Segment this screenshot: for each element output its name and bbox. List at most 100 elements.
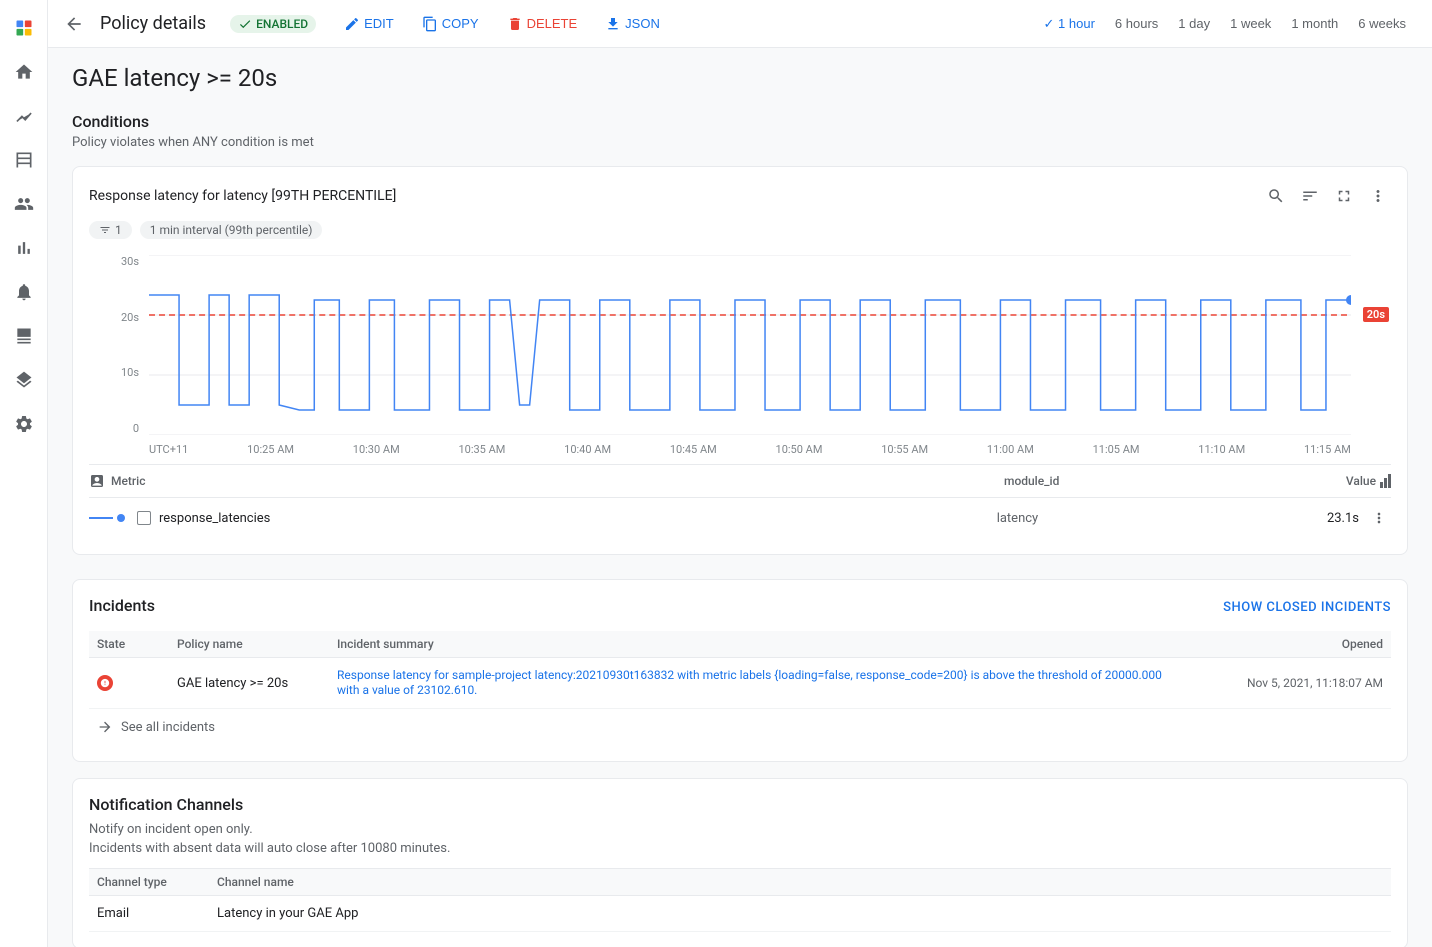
metric-col-header: Metric [89,473,717,489]
chart-expand-button[interactable] [1331,183,1357,209]
metric-name: response_latencies [159,511,270,526]
chart-header: Response latency for latency [99TH PERCE… [89,183,1391,209]
incident-state [97,675,177,692]
module-col-header: module_id [717,474,1345,488]
notif-table: Channel type Channel name Email Latency … [89,868,1391,932]
bar-chart-icon [1380,474,1391,488]
chart-legend: 1 1 min interval (99th percentile) [89,221,1391,239]
sidebar-group-icon[interactable] [4,184,44,224]
sidebar-layers-icon[interactable] [4,360,44,400]
metric-line-indicator [89,517,113,519]
chart-title: Response latency for latency [99TH PERCE… [89,188,396,204]
see-all-incidents-link[interactable]: See all incidents [89,709,1391,745]
notif-title: Notification Channels [89,795,1391,814]
topbar: Policy details ENABLED EDIT COPY DELETE … [48,0,1432,48]
chart-lines-button[interactable] [1297,183,1323,209]
x-label-0: UTC+11 [149,443,188,456]
conditions-title: Conditions [72,112,1408,131]
enabled-badge: ENABLED [230,15,316,33]
incidents-header: Incidents SHOW CLOSED INCIDENTS [89,596,1391,619]
y-axis-labels: 30s 20s 10s 0 [99,255,139,435]
threshold-badge: 20s [1363,307,1389,322]
copy-button[interactable]: COPY [410,10,491,38]
chart-card: Response latency for latency [99TH PERCE… [72,166,1408,555]
conditions-subtitle: Policy violates when ANY condition is me… [72,135,1408,150]
error-dot-icon [97,675,113,691]
incidents-title: Incidents [89,596,155,615]
sidebar-settings-icon[interactable] [4,404,44,444]
notif-row: Email Latency in your GAE App [89,896,1391,932]
channel-name-cell: Latency in your GAE App [217,906,1383,921]
value-col-header: Value [1346,474,1391,488]
sidebar-table-icon[interactable] [4,140,44,180]
sidebar-monitor-icon[interactable] [4,316,44,356]
x-label-8: 11:00 AM [987,443,1034,456]
x-label-1: 10:25 AM [247,443,294,456]
policy-col-header: Policy name [177,637,337,651]
ch-name-header: Channel name [217,875,1383,889]
y-label-30s: 30s [99,255,139,268]
chart-search-button[interactable] [1263,183,1289,209]
sidebar-bell-icon[interactable] [4,272,44,312]
x-label-5: 10:45 AM [670,443,717,456]
legend-filter[interactable]: 1 [89,221,132,239]
json-button[interactable]: JSON [593,10,672,38]
metric-module-cell: latency [708,511,1327,526]
time-btn-6weeks[interactable]: 6 weeks [1348,12,1416,35]
chart-more-button[interactable] [1365,183,1391,209]
show-closed-button[interactable]: SHOW CLOSED INCIDENTS [1223,600,1391,615]
channel-type-cell: Email [97,906,217,921]
main-content: Policy details ENABLED EDIT COPY DELETE … [48,0,1432,947]
time-btn-6hours[interactable]: 6 hours [1105,12,1168,35]
notification-channels-card: Notification Channels Notify on incident… [72,778,1408,947]
ch-type-header: Channel type [97,875,217,889]
sidebar-logo[interactable] [4,8,44,48]
x-label-4: 10:40 AM [564,443,611,456]
y-label-10s: 10s [99,366,139,379]
incidents-table-header: State Policy name Incident summary Opene… [89,631,1391,658]
chart-controls [1263,183,1391,209]
x-label-6: 10:50 AM [776,443,823,456]
x-label-9: 11:05 AM [1093,443,1140,456]
incident-row: GAE latency >= 20s Response latency for … [89,658,1391,709]
action-buttons: EDIT COPY DELETE JSON [332,10,672,38]
legend-interval: 1 min interval (99th percentile) [140,221,323,239]
x-label-10: 11:10 AM [1198,443,1245,456]
sidebar [0,0,48,947]
time-btn-1day[interactable]: 1 day [1168,12,1220,35]
page-title: Policy details [100,13,206,34]
chart-container: 30s 20s 10s 0 [149,255,1351,439]
metric-more-button[interactable] [1367,506,1391,530]
time-btn-1hour[interactable]: 1 hour [1034,12,1105,36]
sidebar-bar-icon[interactable] [4,228,44,268]
x-label-11: 11:15 AM [1304,443,1351,456]
back-button[interactable] [64,14,84,34]
metric-name-cell: response_latencies [89,511,708,526]
edit-button[interactable]: EDIT [332,10,406,38]
y-label-20s: 20s [99,311,139,324]
sidebar-chart-icon[interactable] [4,96,44,136]
y-label-0: 0 [99,422,139,435]
x-label-3: 10:35 AM [458,443,505,456]
incidents-card: Incidents SHOW CLOSED INCIDENTS State Po… [72,579,1408,762]
opened-col-header: Opened [1183,637,1383,651]
chart-svg [149,255,1351,435]
notif-table-header: Channel type Channel name [89,869,1391,896]
incident-opened: Nov 5, 2021, 11:18:07 AM [1183,676,1383,690]
content-area: GAE latency >= 20s Conditions Policy vio… [48,48,1432,947]
time-btn-1month[interactable]: 1 month [1281,12,1348,35]
metric-table: Metric module_id Value [89,464,1391,538]
notif-subtitle1: Notify on incident open only. [89,822,1391,837]
notif-subtitle2: Incidents with absent data will auto clo… [89,841,1391,856]
delete-button[interactable]: DELETE [495,10,590,38]
time-btn-1week[interactable]: 1 week [1220,12,1281,35]
enabled-label: ENABLED [256,17,308,31]
metric-table-header: Metric module_id Value [89,465,1391,498]
metric-dot-indicator [117,514,125,522]
sidebar-home-icon[interactable] [4,52,44,92]
incident-summary-link[interactable]: Response latency for sample-project late… [337,668,1162,697]
x-label-7: 10:55 AM [881,443,928,456]
metric-checkbox[interactable] [137,511,151,525]
metric-data-row: response_latencies latency 23.1s [89,498,1391,538]
state-col-header: State [97,637,177,651]
